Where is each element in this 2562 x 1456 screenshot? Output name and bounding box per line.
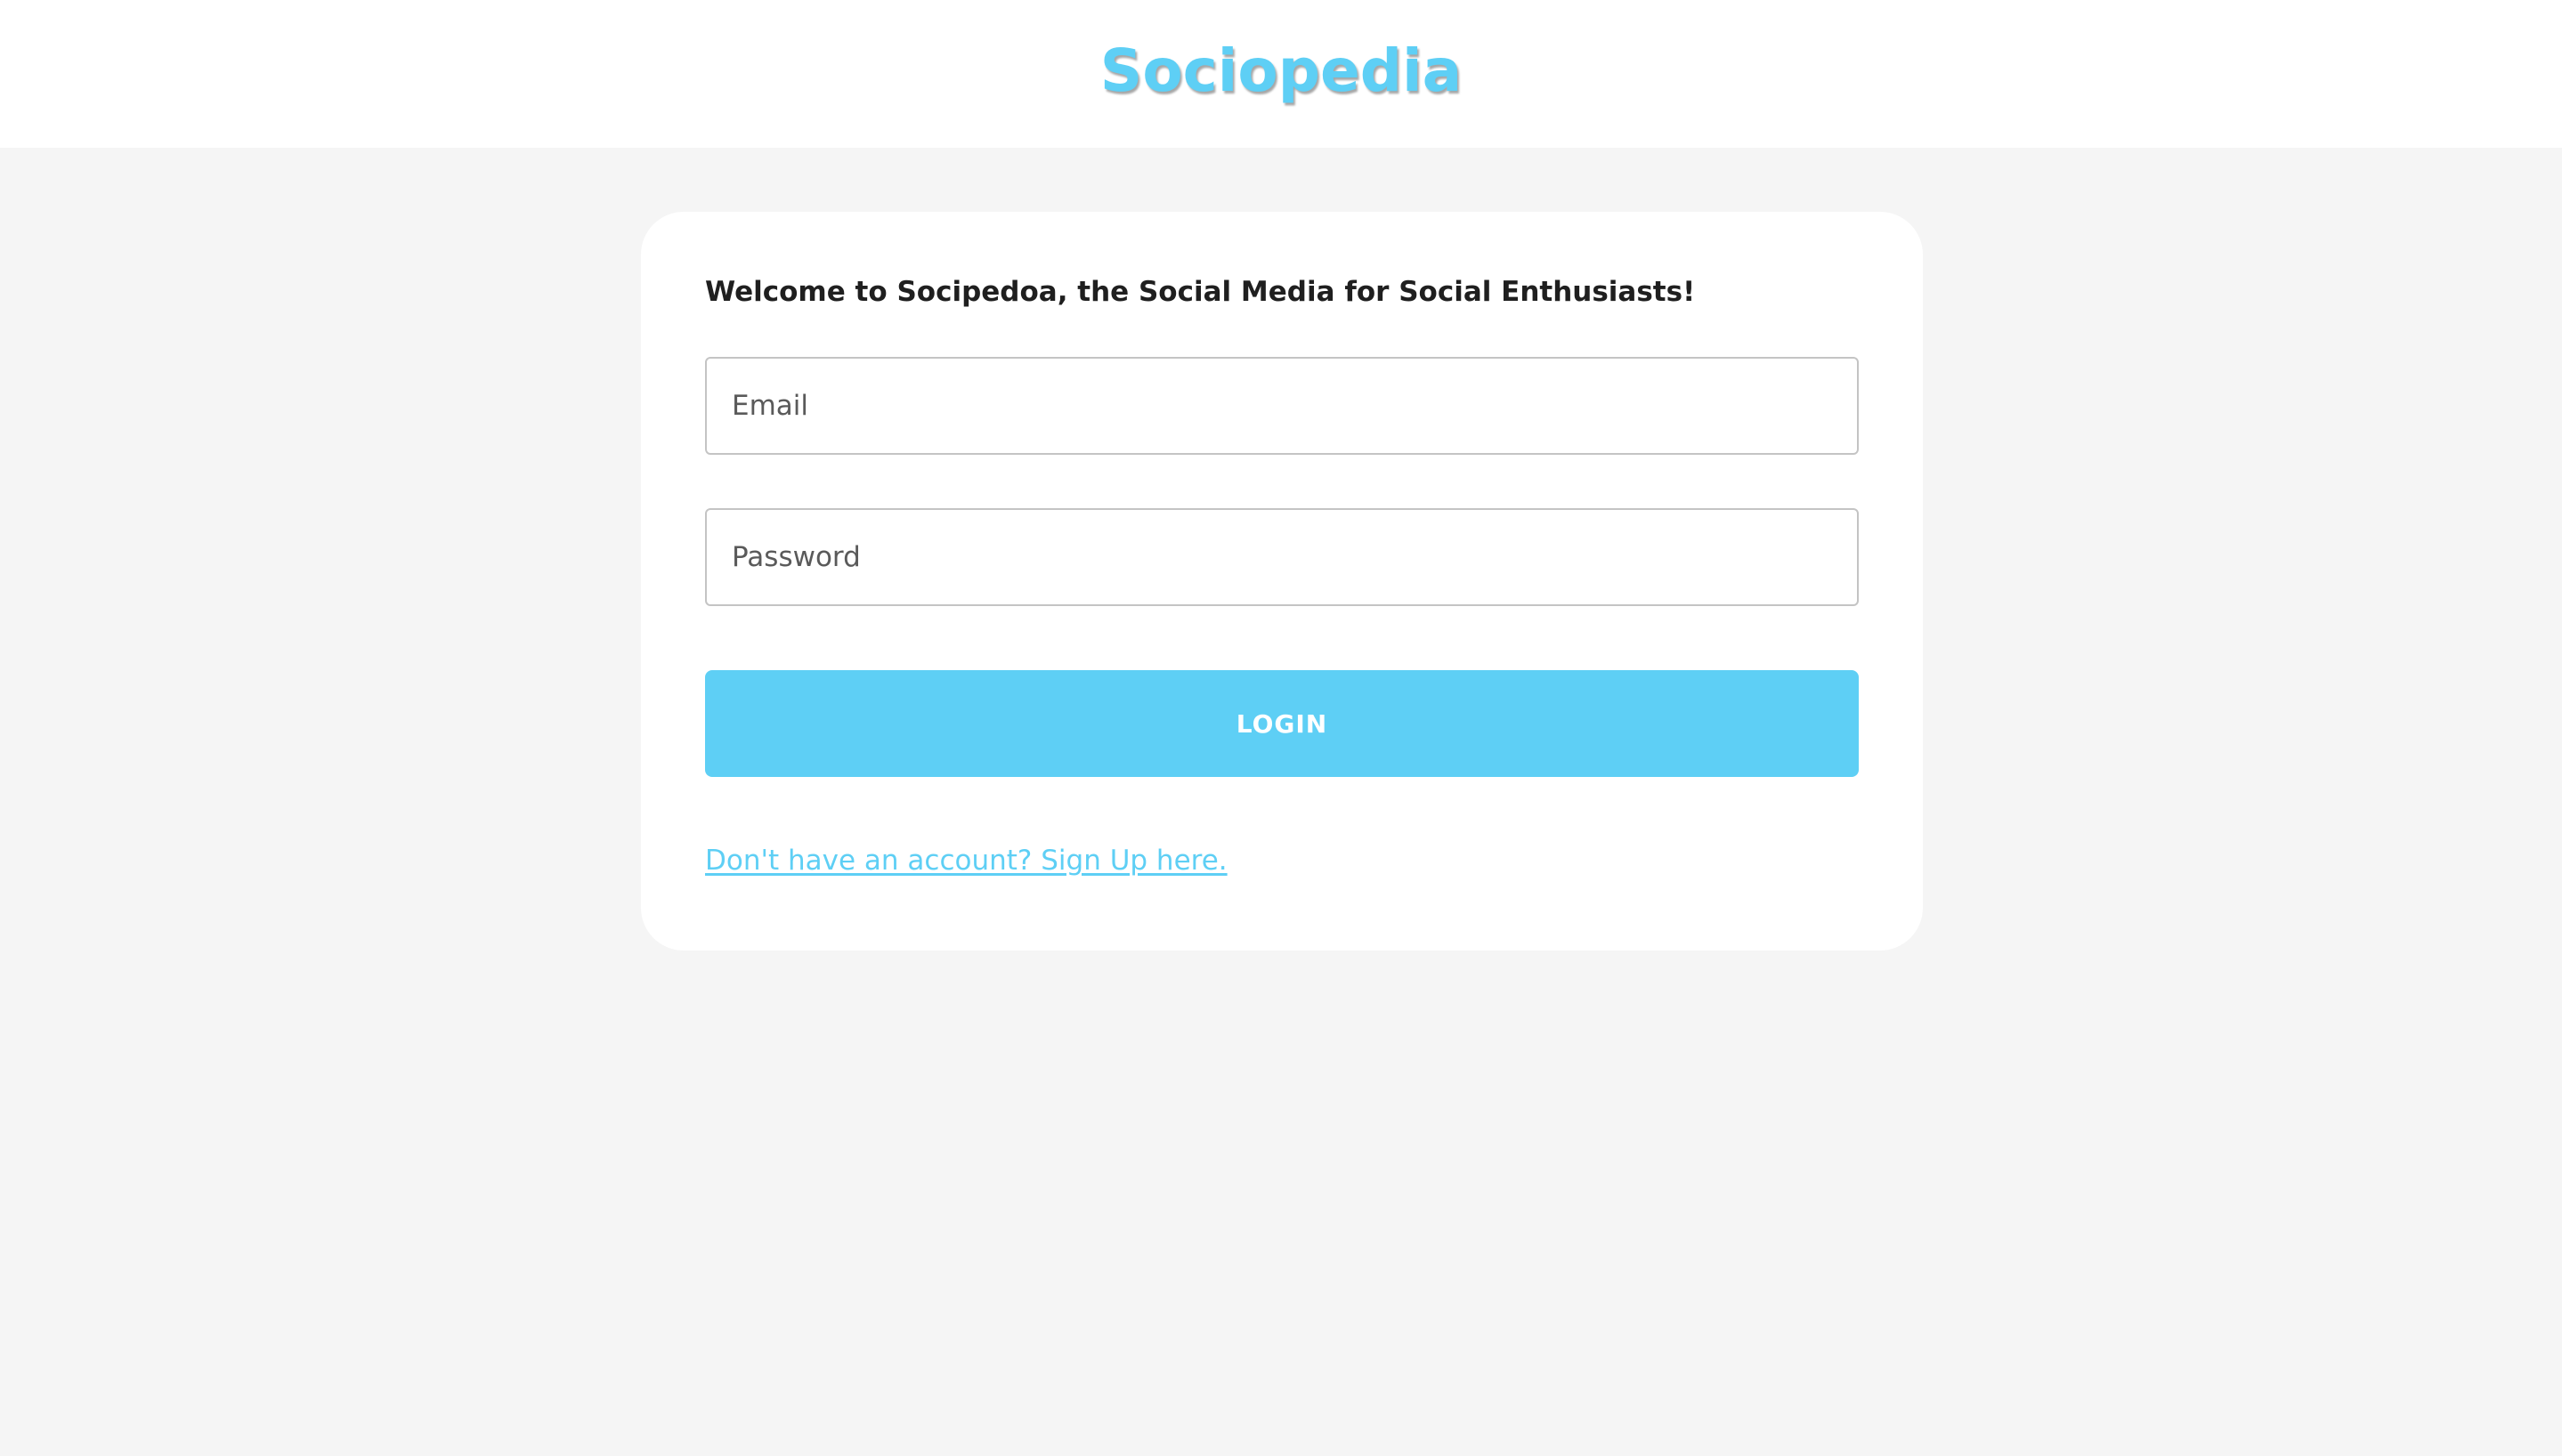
top-navbar: Sociopedia: [0, 0, 2562, 148]
email-input[interactable]: [732, 390, 1857, 423]
password-input[interactable]: [732, 541, 1857, 574]
login-card: Welcome to Socipedoa, the Social Media f…: [641, 212, 1923, 950]
brand-logo-text[interactable]: Sociopedia: [1100, 42, 1462, 101]
welcome-heading: Welcome to Socipedoa, the Social Media f…: [705, 276, 1696, 308]
password-field[interactable]: [705, 508, 1859, 607]
email-field[interactable]: [705, 357, 1859, 456]
login-button[interactable]: LOGIN: [705, 670, 1859, 778]
signup-link[interactable]: Don't have an account? Sign Up here.: [705, 845, 1228, 877]
page-background: Welcome to Socipedoa, the Social Media f…: [0, 148, 2562, 1456]
